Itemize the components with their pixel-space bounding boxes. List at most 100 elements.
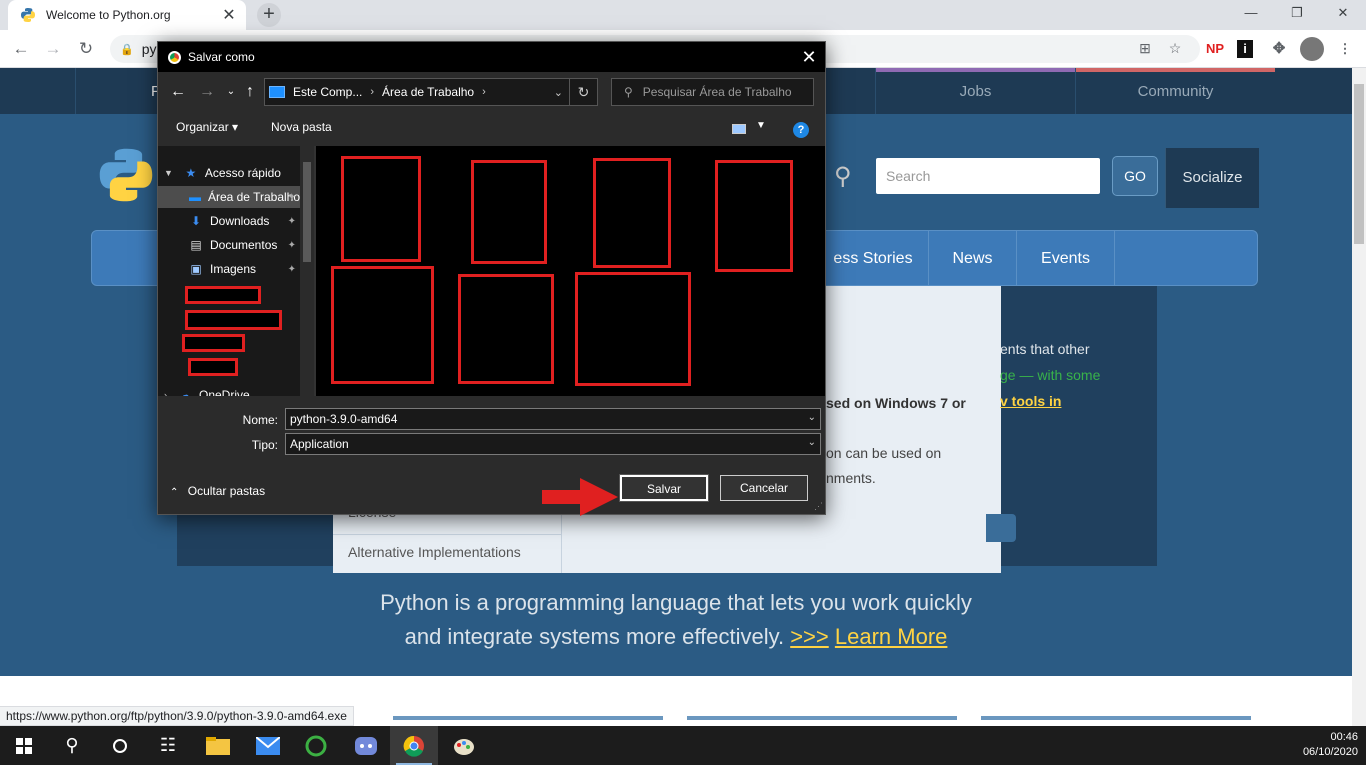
file-name-dropdown-icon[interactable]: ⌄	[808, 412, 816, 423]
file-type-dropdown-icon[interactable]: ⌄	[808, 437, 816, 448]
hide-folders-toggle[interactable]: ⌃ Ocultar pastas	[170, 484, 265, 498]
browser-tab[interactable]: Welcome to Python.org ✕	[8, 0, 246, 30]
address-text: py	[141, 41, 157, 57]
profile-avatar-icon[interactable]	[1300, 37, 1324, 61]
side-link-alternative-implementations[interactable]: Alternative Implementations	[348, 544, 521, 560]
redacted-file-item[interactable]	[715, 160, 793, 272]
image-icon: ▣	[190, 262, 202, 276]
download-icon: ⬇	[190, 214, 202, 228]
red-arrow-annotation-icon	[542, 478, 618, 516]
window-close-icon[interactable]: ✕	[1320, 0, 1366, 30]
file-name-input[interactable]: python-3.9.0-amd64 ⌄	[285, 408, 821, 430]
np-extension-icon[interactable]: NP	[1204, 38, 1226, 60]
system-clock[interactable]: 00:46 06/10/2020	[1303, 730, 1358, 760]
dialog-search-input[interactable]: ⚲ Pesquisar Área de Trabalho	[611, 78, 814, 106]
dialog-up-icon[interactable]: ↑	[240, 80, 260, 104]
body-text-line: ge — with some	[1000, 367, 1101, 383]
save-button[interactable]: Salvar	[619, 474, 709, 502]
minimize-icon[interactable]: —	[1228, 0, 1274, 30]
new-tab-button[interactable]: +	[257, 3, 281, 27]
cancel-button[interactable]: Cancelar	[720, 475, 808, 501]
windows-taskbar: ⚲ ☷ 00:46 06/10/2020	[0, 726, 1366, 765]
forward-arrow-icon[interactable]: →	[42, 38, 64, 60]
discord-icon[interactable]	[342, 726, 390, 765]
socialize-button[interactable]: Socialize	[1165, 148, 1259, 208]
dialog-back-icon[interactable]: ←	[168, 80, 188, 104]
mail-icon[interactable]	[244, 726, 292, 765]
extensions-puzzle-icon[interactable]: ✥	[1268, 38, 1290, 60]
download-button-fragment[interactable]	[986, 514, 1016, 542]
bookmark-star-icon[interactable]: ☆	[1164, 35, 1186, 61]
chrome-icon	[168, 50, 181, 64]
mainnav-news[interactable]: News	[928, 231, 1016, 285]
body-text-line: nments.	[826, 470, 876, 486]
redacted-nav-item	[182, 334, 245, 352]
topnav-jobs[interactable]: Jobs	[875, 68, 1075, 114]
address-part-desktop[interactable]: Área de Trabalho	[382, 85, 474, 99]
paint-icon[interactable]	[440, 726, 488, 765]
python-favicon-icon	[21, 8, 35, 22]
redacted-file-item[interactable]	[341, 156, 421, 262]
dialog-close-icon[interactable]: ✕	[793, 42, 825, 72]
mainnav-events[interactable]: Events	[1016, 231, 1114, 285]
task-view-icon[interactable]: ☷	[144, 726, 192, 765]
address-part-computer[interactable]: Este Comp...	[293, 85, 362, 99]
search-icon: ⚲	[834, 163, 852, 190]
dialog-title: Salvar como	[188, 50, 255, 64]
back-arrow-icon[interactable]: ←	[10, 38, 32, 60]
windows-start-icon[interactable]	[0, 726, 48, 765]
nav-pane-scrollbar[interactable]	[300, 146, 314, 396]
nav-desktop[interactable]: ▬ Área de Trabalho ✦	[158, 186, 300, 208]
link-status-bar: https://www.python.org/ftp/python/3.9.0/…	[0, 706, 354, 726]
dialog-recent-chevron-icon[interactable]: ⌄	[221, 80, 241, 104]
nav-downloads[interactable]: ⬇ Downloads ✦	[158, 210, 300, 232]
redacted-file-item[interactable]	[458, 274, 554, 384]
dialog-forward-icon[interactable]: →	[197, 80, 217, 104]
menu-dots-icon[interactable]: ⋮	[1334, 38, 1356, 60]
python-logo-icon[interactable]	[96, 142, 156, 208]
restore-icon[interactable]: ❐	[1274, 0, 1320, 30]
learn-more-link[interactable]: Learn More	[835, 624, 948, 649]
dialog-titlebar: Salvar como ✕	[158, 42, 825, 72]
chrome-taskbar-icon[interactable]	[390, 726, 438, 765]
address-dropdown-icon[interactable]: ⌄	[554, 86, 563, 99]
taskbar-search-icon[interactable]: ⚲	[48, 726, 96, 765]
redacted-file-item[interactable]	[471, 160, 547, 264]
refresh-icon[interactable]: ↻	[569, 79, 597, 105]
file-type-select[interactable]: Application ⌄	[285, 433, 821, 455]
translate-icon[interactable]: ⊞	[1134, 35, 1156, 61]
browser-tabstrip: Welcome to Python.org ✕ + — ❐ ✕	[0, 0, 1366, 30]
nav-images[interactable]: ▣ Imagens ✦	[158, 258, 300, 280]
site-search-input[interactable]: Search	[876, 158, 1100, 194]
document-icon: ▤	[190, 238, 202, 252]
redacted-file-item[interactable]	[331, 266, 434, 384]
view-options-icon[interactable]	[732, 124, 746, 134]
resize-grip-icon[interactable]: ⋰	[814, 501, 823, 512]
xbox-icon[interactable]	[292, 726, 340, 765]
tab-close-icon[interactable]: ✕	[218, 4, 240, 26]
learn-more-chevrons[interactable]: >>>	[790, 624, 829, 649]
tagline-line-1: Python is a programming language that le…	[380, 590, 972, 615]
dialog-address-bar[interactable]: Este Comp... › Área de Trabalho › ⌄ ↻	[264, 78, 598, 106]
file-explorer-icon[interactable]	[194, 726, 242, 765]
topnav-community[interactable]: Community	[1075, 68, 1275, 114]
reload-icon[interactable]: ↻	[75, 38, 97, 60]
body-text-link[interactable]: v tools in	[1000, 393, 1061, 409]
mainnav-success-stories[interactable]: ess Stories	[818, 231, 928, 285]
nav-onedrive[interactable]: › ☁ OneDrive	[158, 384, 300, 396]
nav-documents[interactable]: ▤ Documentos ✦	[158, 234, 300, 256]
dialog-navigation-pane: ▼ ★ Acesso rápido ▬ Área de Trabalho ✦ ⬇…	[158, 146, 314, 396]
redacted-file-item[interactable]	[575, 272, 691, 386]
pin-icon: ✦	[287, 215, 296, 227]
help-icon[interactable]: ?	[793, 122, 809, 138]
info-extension-icon[interactable]: i	[1237, 40, 1253, 58]
cortana-icon[interactable]	[96, 726, 144, 765]
redacted-file-item[interactable]	[593, 158, 671, 268]
dialog-file-list	[316, 146, 825, 396]
site-search-go-button[interactable]: GO	[1112, 156, 1158, 196]
organize-menu[interactable]: Organizar ▾	[176, 120, 238, 134]
view-chevron-icon[interactable]: ▼	[756, 120, 766, 131]
nav-quick-access[interactable]: ▼ ★ Acesso rápido	[158, 162, 300, 184]
new-folder-button[interactable]: Nova pasta	[271, 120, 332, 134]
page-scrollbar[interactable]	[1352, 68, 1366, 726]
